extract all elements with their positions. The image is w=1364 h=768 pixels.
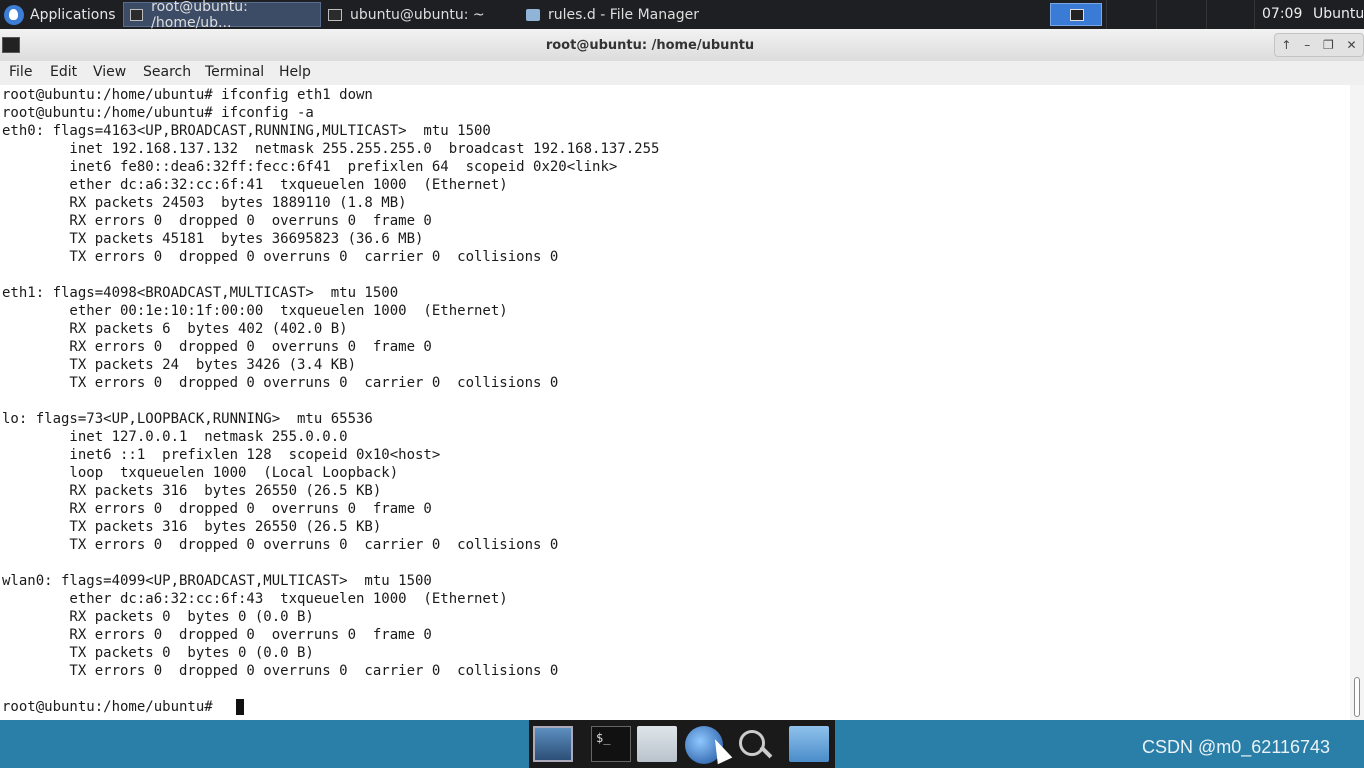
minimize-button[interactable]: – <box>1304 38 1310 52</box>
terminal-line: TX packets 24 bytes 3426 (3.4 KB) <box>2 357 357 373</box>
terminal-window: root@ubuntu: /home/ubuntu ↑ – ❐ ✕ File E… <box>0 29 1364 720</box>
terminal-line: RX packets 316 bytes 26550 (26.5 KB) <box>2 483 382 499</box>
terminal-cursor <box>236 699 244 715</box>
show-desktop-icon[interactable] <box>533 726 573 762</box>
window-titlebar[interactable]: root@ubuntu: /home/ubuntu ↑ – ❐ ✕ <box>0 29 1364 62</box>
dock: $_ <box>529 720 835 768</box>
terminal-line: RX errors 0 dropped 0 overruns 0 frame 0 <box>2 501 432 517</box>
home-folder-icon[interactable] <box>637 726 677 762</box>
terminal-output[interactable]: root@ubuntu:/home/ubuntu# ifconfig eth1 … <box>0 85 1350 720</box>
terminal-line: TX packets 45181 bytes 36695823 (36.6 MB… <box>2 231 424 247</box>
terminal-launcher-icon[interactable]: $_ <box>591 726 631 762</box>
terminal-line: root@ubuntu:/home/ubuntu# ifconfig -a <box>2 105 314 121</box>
workspace-switcher[interactable] <box>1050 3 1102 26</box>
close-button[interactable]: ✕ <box>1347 38 1357 52</box>
panel-separator <box>1254 0 1255 29</box>
applications-menu[interactable]: Applications <box>0 0 116 29</box>
menu-bar: File Edit View Search Terminal Help <box>0 61 1364 85</box>
taskbar-item-label: rules.d - File Manager <box>548 6 699 23</box>
applications-label: Applications <box>30 6 116 23</box>
terminal-line: TX errors 0 dropped 0 overruns 0 carrier… <box>2 663 559 679</box>
search-icon[interactable] <box>735 726 775 762</box>
taskbar-item-ubuntu-terminal[interactable]: ubuntu@ubuntu: ~ <box>322 2 518 27</box>
terminal-line: TX packets 0 bytes 0 (0.0 B) <box>2 645 314 661</box>
taskbar-item-label: ubuntu@ubuntu: ~ <box>350 6 485 23</box>
terminal-line: root@ubuntu:/home/ubuntu# ifconfig eth1 … <box>2 87 373 103</box>
terminal-line: inet6 ::1 prefixlen 128 scopeid 0x10<hos… <box>2 447 441 463</box>
panel-separator <box>1156 0 1157 29</box>
terminal-text: root@ubuntu:/home/ubuntu# ifconfig eth1 … <box>2 86 659 716</box>
scrollbar[interactable] <box>1350 85 1364 720</box>
terminal-line: wlan0: flags=4099<UP,BROADCAST,MULTICAST… <box>2 573 432 589</box>
terminal-line: inet6 fe80::dea6:32ff:fecc:6f41 prefixle… <box>2 159 618 175</box>
menu-terminal[interactable]: Terminal <box>205 64 264 80</box>
terminal-icon <box>130 8 144 21</box>
xfce-logo-icon <box>4 4 24 25</box>
menu-search[interactable]: Search <box>143 64 191 80</box>
taskbar-item-root-terminal[interactable]: root@ubuntu: /home/ub... <box>123 0 321 31</box>
terminal-line: RX errors 0 dropped 0 overruns 0 frame 0 <box>2 213 432 229</box>
window-controls: ↑ – ❐ ✕ <box>1274 33 1364 57</box>
scrollbar-thumb[interactable] <box>1354 677 1360 717</box>
terminal-line: inet 192.168.137.132 netmask 255.255.255… <box>2 141 660 157</box>
terminal-line: inet 127.0.0.1 netmask 255.0.0.0 <box>2 429 348 445</box>
terminal-line: TX errors 0 dropped 0 overruns 0 carrier… <box>2 249 559 265</box>
taskbar-item-label: root@ubuntu: /home/ub... <box>151 0 248 31</box>
menu-view[interactable]: View <box>93 64 126 80</box>
clock[interactable]: 07:09 <box>1262 0 1302 29</box>
terminal-line: eth1: flags=4098<BROADCAST,MULTICAST> mt… <box>2 285 399 301</box>
folder-icon <box>526 8 540 21</box>
terminal-line: TX errors 0 dropped 0 overruns 0 carrier… <box>2 537 559 553</box>
file-manager-icon[interactable] <box>789 726 829 762</box>
terminal-line: RX packets 0 bytes 0 (0.0 B) <box>2 609 314 625</box>
terminal-icon <box>1070 9 1084 21</box>
maximize-button[interactable]: ❐ <box>1323 38 1334 52</box>
terminal-line: eth0: flags=4163<UP,BROADCAST,RUNNING,MU… <box>2 123 491 139</box>
panel-separator <box>1106 0 1107 29</box>
terminal-line: lo: flags=73<UP,LOOPBACK,RUNNING> mtu 65… <box>2 411 373 427</box>
terminal-line: loop txqueuelen 1000 (Local Loopback) <box>2 465 399 481</box>
terminal-line: ether dc:a6:32:cc:6f:41 txqueuelen 1000 … <box>2 177 508 193</box>
terminal-line: TX errors 0 dropped 0 overruns 0 carrier… <box>2 375 559 391</box>
menu-help[interactable]: Help <box>279 64 311 80</box>
terminal-line: TX packets 316 bytes 26550 (26.5 KB) <box>2 519 382 535</box>
shade-button[interactable]: ↑ <box>1281 38 1291 52</box>
user-menu[interactable]: Ubuntu <box>1313 0 1364 29</box>
panel-separator <box>1206 0 1207 29</box>
watermark: CSDN @m0_62116743 <box>1142 737 1331 757</box>
terminal-line: RX packets 24503 bytes 1889110 (1.8 MB) <box>2 195 407 211</box>
terminal-line: RX errors 0 dropped 0 overruns 0 frame 0 <box>2 339 432 355</box>
terminal-line: root@ubuntu:/home/ubuntu# <box>2 699 222 715</box>
menu-edit[interactable]: Edit <box>50 64 77 80</box>
window-title: root@ubuntu: /home/ubuntu <box>545 38 755 53</box>
menu-file[interactable]: File <box>9 64 32 80</box>
terminal-line: RX errors 0 dropped 0 overruns 0 frame 0 <box>2 627 432 643</box>
taskbar-item-file-manager[interactable]: rules.d - File Manager <box>520 2 720 27</box>
top-panel: Applications root@ubuntu: /home/ub... ub… <box>0 0 1364 31</box>
terminal-line: RX packets 6 bytes 402 (402.0 B) <box>2 321 348 337</box>
terminal-line: ether 00:1e:10:1f:00:00 txqueuelen 1000 … <box>2 303 508 319</box>
terminal-icon <box>328 8 342 21</box>
terminal-line: ether dc:a6:32:cc:6f:43 txqueuelen 1000 … <box>2 591 508 607</box>
